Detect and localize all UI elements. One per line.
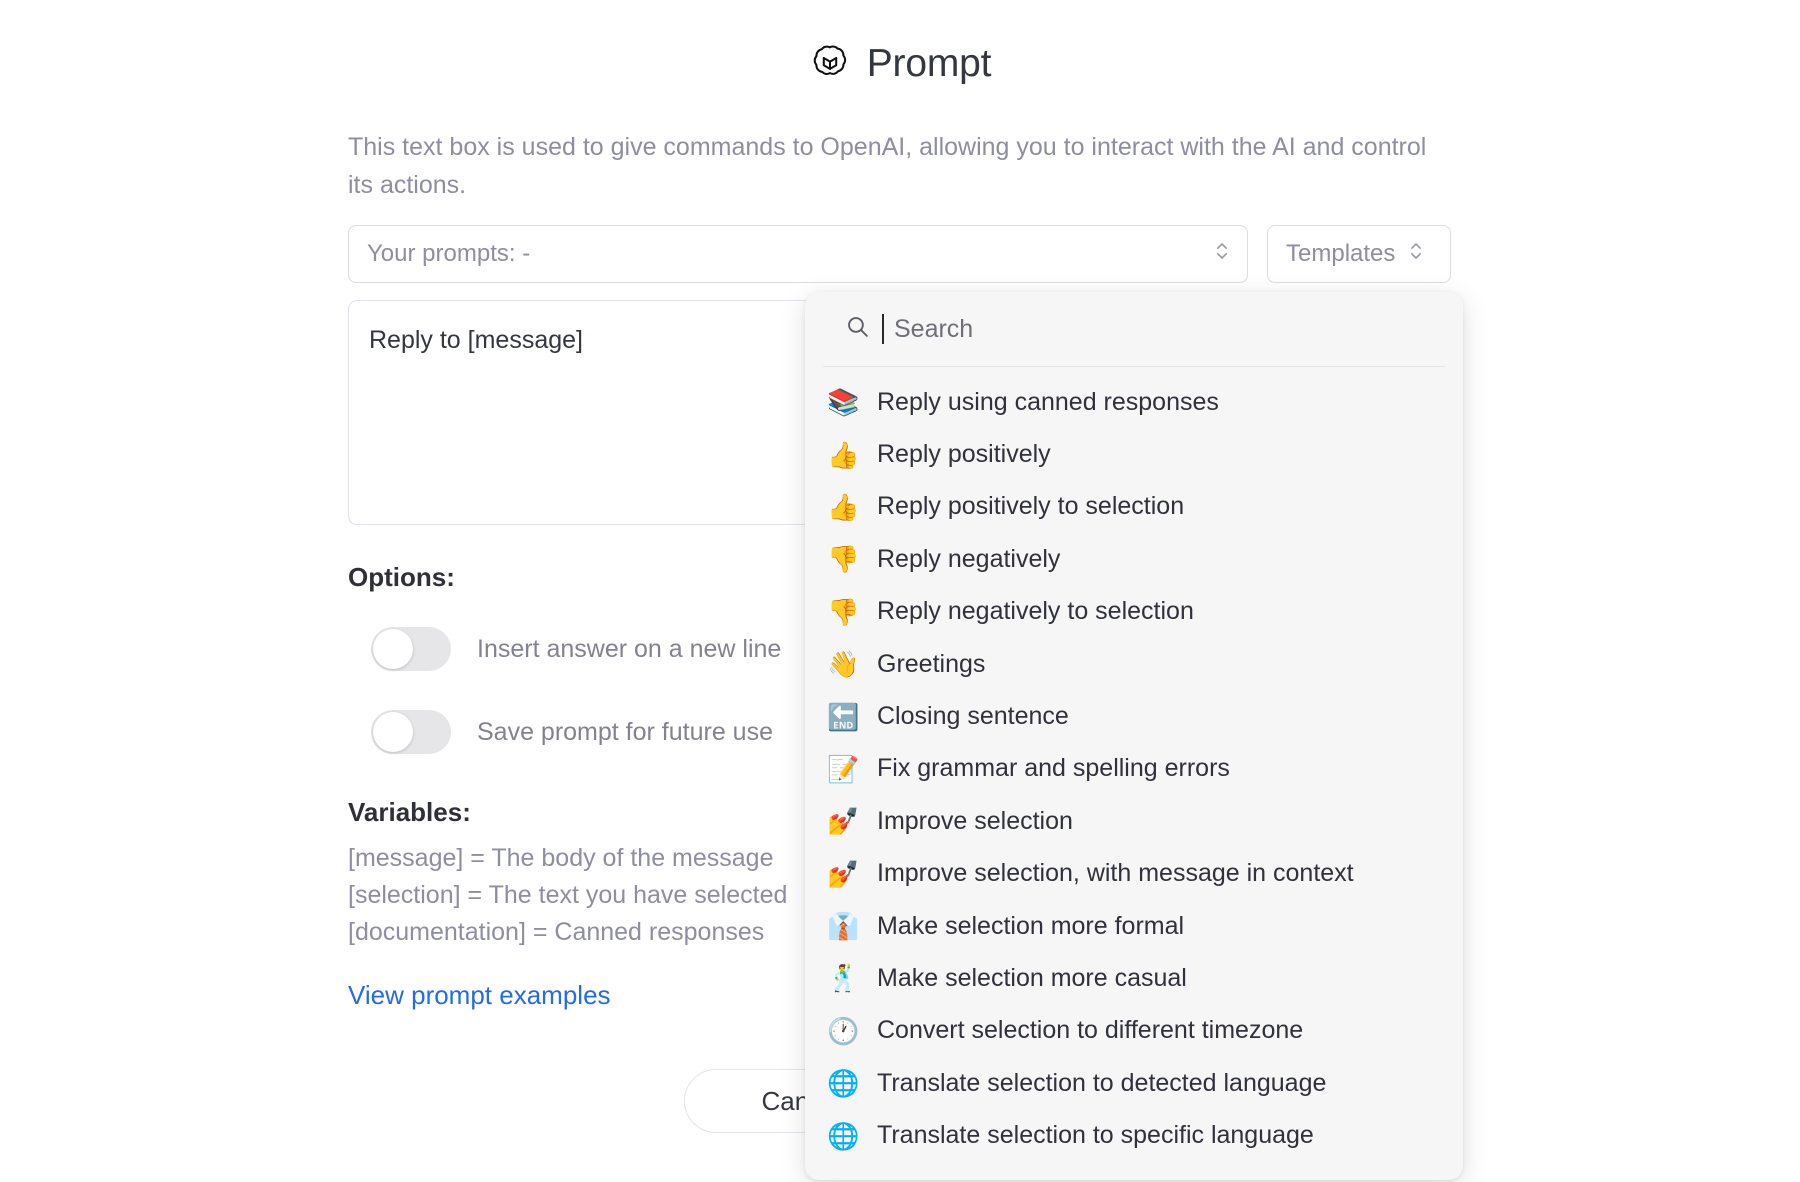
dropdown-item[interactable]: 👋 Greetings — [805, 638, 1463, 690]
templates-select-label: Templates — [1286, 240, 1396, 267]
dropdown-item-label: Make selection more formal — [877, 911, 1185, 940]
openai-logo-icon — [809, 42, 851, 84]
end-arrow-icon: 🔚 — [827, 701, 860, 732]
dropdown-item-label: Reply positively to selection — [877, 492, 1185, 521]
option-save-prompt[interactable]: Save prompt for future use — [371, 710, 773, 754]
insert-answer-toggle[interactable] — [371, 627, 451, 671]
text-cursor — [882, 314, 884, 344]
dropdown-item-label: Reply positively — [877, 440, 1051, 469]
dropdown-item[interactable]: 🕐 Convert selection to different timezone — [805, 1005, 1463, 1057]
variable-line: [message] = The body of the message — [348, 844, 774, 872]
dropdown-item[interactable]: 🌐 Translate selection to specific languag… — [805, 1109, 1463, 1161]
dropdown-item-label: Reply using canned responses — [877, 387, 1219, 416]
dropdown-item-label: Convert selection to different timezone — [877, 1016, 1304, 1045]
clock-icon: 🕐 — [827, 1015, 860, 1046]
dropdown-item-label: Reply negatively to selection — [877, 597, 1194, 626]
your-prompts-select-label: Your prompts: - — [367, 240, 531, 267]
variable-line: [documentation] = Canned responses — [348, 918, 765, 946]
chevron-up-down-icon — [1409, 238, 1423, 271]
necktie-icon: 👔 — [827, 911, 860, 942]
dropdown-item[interactable]: 📚 Reply using canned responses — [805, 376, 1463, 428]
save-prompt-toggle-label: Save prompt for future use — [477, 717, 773, 746]
dropdown-item[interactable]: 🌐 Translate selection to detected languag… — [805, 1057, 1463, 1109]
dropdown-item-label: Fix grammar and spelling errors — [877, 754, 1230, 783]
globe-icon: 🌐 — [827, 1120, 860, 1151]
your-prompts-select[interactable]: Your prompts: - — [348, 225, 1248, 283]
toggle-knob — [373, 712, 413, 752]
save-prompt-toggle[interactable] — [371, 710, 451, 754]
dropdown-item-label: Translate selection to specific language — [877, 1121, 1314, 1150]
options-heading: Options: — [348, 562, 455, 592]
thumbs-down-icon: 👎 — [827, 544, 860, 575]
dropdown-item-label: Make selection more casual — [877, 963, 1187, 992]
variable-line: [selection] = The text you have selected — [348, 881, 788, 909]
variables-heading: Variables: — [348, 797, 471, 827]
templates-dropdown: Search 📚 Reply using canned responses 👍 Rep… — [805, 292, 1463, 1180]
globe-icon: 🌐 — [827, 1068, 860, 1099]
dropdown-item-list: 📚 Reply using canned responses 👍 Reply posi… — [805, 367, 1463, 1162]
thumbs-up-icon: 👍 — [827, 439, 860, 470]
dialog-description: This text box is used to give commands t… — [348, 133, 1427, 199]
thumbs-down-icon: 👎 — [827, 596, 860, 627]
select-row: Your prompts: - Templates — [348, 225, 1451, 283]
view-prompt-examples-link[interactable]: View prompt examples — [348, 980, 611, 1011]
toggle-knob — [373, 629, 413, 669]
nail-polish-icon: 💅 — [827, 858, 860, 889]
dropdown-item[interactable]: 💅 Improve selection, with message in cont… — [805, 848, 1463, 900]
memo-icon: 📝 — [827, 753, 860, 784]
dialog-header: Prompt — [0, 42, 1800, 84]
thumbs-up-icon: 👍 — [827, 491, 860, 522]
dropdown-item[interactable]: 💅 Improve selection — [805, 795, 1463, 847]
dropdown-item[interactable]: 📝 Fix grammar and spelling errors — [805, 743, 1463, 795]
dropdown-item-label: Improve selection, with message in conte… — [877, 859, 1354, 888]
dropdown-item[interactable]: 🔚 Closing sentence — [805, 690, 1463, 742]
dropdown-item[interactable]: 👍 Reply positively to selection — [805, 481, 1463, 533]
dropdown-item-label: Closing sentence — [877, 702, 1069, 731]
insert-answer-toggle-label: Insert answer on a new line — [477, 634, 782, 663]
books-icon: 📚 — [827, 387, 860, 418]
page-title: Prompt — [866, 41, 992, 85]
prompt-dialog: Prompt This text box is used to give com… — [0, 0, 1800, 1182]
dropdown-item-label: Improve selection — [877, 806, 1073, 835]
chevron-up-down-icon — [1215, 238, 1229, 271]
dropdown-search-row[interactable]: Search — [823, 292, 1445, 367]
nail-polish-icon: 💅 — [827, 806, 860, 837]
dropdown-item-label: Greetings — [877, 649, 986, 678]
dropdown-item[interactable]: 👎 Reply negatively — [805, 533, 1463, 585]
dropdown-search-input[interactable]: Search — [894, 315, 973, 344]
variables-list: [message] = The body of the message [sel… — [348, 840, 787, 951]
man-dancing-icon: 🕺 — [827, 963, 860, 994]
option-insert-answer-new-line[interactable]: Insert answer on a new line — [371, 627, 781, 671]
dropdown-item[interactable]: 🕺 Make selection more casual — [805, 952, 1463, 1004]
search-icon — [845, 314, 870, 344]
dropdown-item-label: Translate selection to detected language — [877, 1068, 1327, 1097]
dropdown-item[interactable]: 👍 Reply positively — [805, 428, 1463, 480]
dropdown-item-label: Reply negatively — [877, 544, 1061, 573]
dropdown-item[interactable]: 👔 Make selection more formal — [805, 900, 1463, 952]
dropdown-item[interactable]: 👎 Reply negatively to selection — [805, 586, 1463, 638]
templates-select[interactable]: Templates — [1267, 225, 1451, 283]
waving-hand-icon: 👋 — [827, 649, 860, 680]
